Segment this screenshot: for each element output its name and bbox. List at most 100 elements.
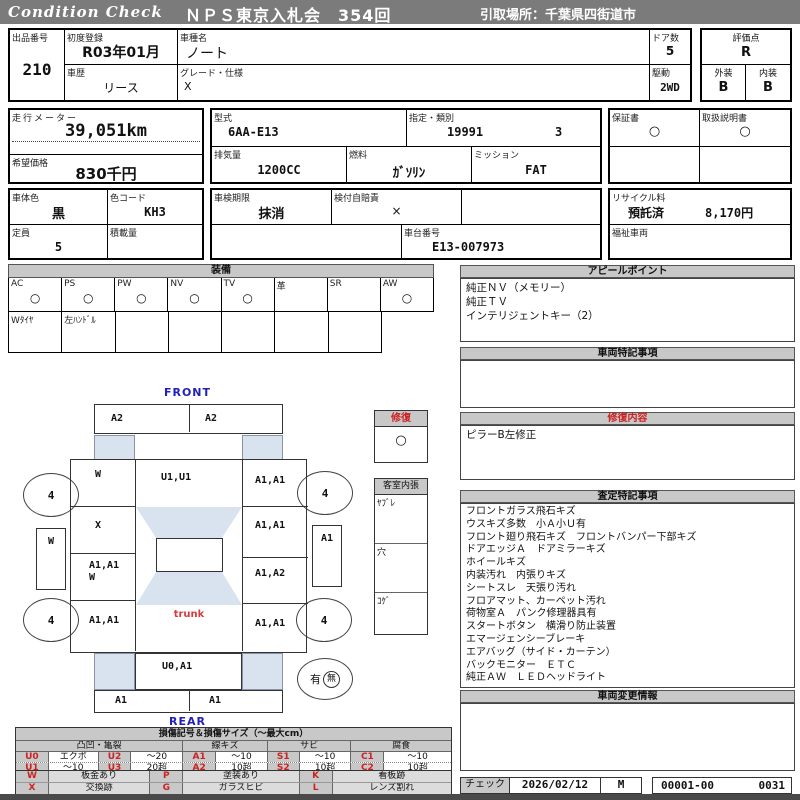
color-code-value: KH3 xyxy=(144,205,166,219)
equipment-title: 装備 xyxy=(8,264,434,278)
presence-yes-label: 有 xyxy=(310,673,321,686)
right-rear-door-code: A1,A2 xyxy=(255,568,286,579)
transmission-cell: ミッション FAT xyxy=(472,147,600,184)
doors-value: 5 xyxy=(665,44,675,58)
assessment-line: フロアマット、カーペット汚れ xyxy=(466,595,606,607)
interior-value: B xyxy=(763,80,773,95)
inspection-value: 抹消 xyxy=(258,207,285,222)
right-front-fender-code: A1,A1 xyxy=(255,475,286,486)
fuel-value: ｶﾞｿﾘﾝ xyxy=(392,166,426,181)
color-box: 車体色 黒 色コード KH3 定員 5 積載量 xyxy=(8,188,204,260)
equipment-extra-5 xyxy=(222,312,276,352)
inspection-box: 車検期限 抹消 検付自賠責 × 車台番号 E13-007973 xyxy=(210,188,602,260)
rear-gate-code: U0,A1 xyxy=(162,661,193,672)
rear-bumper: A1 A1 xyxy=(94,690,283,713)
divider xyxy=(12,141,200,142)
hood-code: U1,U1 xyxy=(161,472,192,483)
repair-detail-body: ピラーB左修正 xyxy=(460,425,795,480)
divider xyxy=(71,600,135,601)
brand-logo: Condition Check xyxy=(8,3,163,21)
color-code-cell: 色コード KH3 xyxy=(108,190,202,225)
left-rear-door-repair-code: W xyxy=(89,572,96,583)
lot-number: 210 xyxy=(22,60,52,79)
appeal-body: 純正ＮＶ（メモリー） 純正ＴＶ インテリジェントキー（2） xyxy=(460,278,795,342)
windshield-shade xyxy=(136,507,242,538)
appeal-title: アピールポイント xyxy=(460,265,795,278)
right-sill: A1 xyxy=(312,525,342,587)
divider xyxy=(242,557,308,558)
recycle-box: リサイクル料 預託済 8,170円 福祉車両 xyxy=(608,188,792,260)
warranty-mark: ○ xyxy=(648,124,661,139)
change-info-body xyxy=(460,703,795,771)
divider xyxy=(10,154,202,155)
interior-cell: 内装 B xyxy=(746,65,790,100)
front-bumper-left-code: A2 xyxy=(111,413,124,424)
legend-group-scratch: 線キズ xyxy=(183,741,268,751)
condition-check-sheet: Condition Check ＮＰＳ東京入札会 354回 引取場所：千葉県四街… xyxy=(0,0,800,800)
empty-cell xyxy=(700,147,790,182)
divider xyxy=(242,460,243,651)
car-body: W X A1,A1 W A1,A1 U1,U1 A1,A1 A1,A1 A1,A… xyxy=(70,459,308,653)
payload-cell: 積載量 xyxy=(110,229,138,239)
empty-cell xyxy=(212,225,402,258)
left-rear-fender-code: A1,A1 xyxy=(89,615,120,626)
left-sill: W xyxy=(36,528,66,590)
special-notes-body xyxy=(460,360,795,408)
manual-mark: ○ xyxy=(739,124,751,139)
left-front-door-code: X xyxy=(95,520,102,531)
assessment-line: フロントガラス飛石キズ xyxy=(466,506,576,517)
chassis-cell: 車台番号 E13-007973 xyxy=(402,225,600,258)
manual-cell: 取扱説明書 ○ xyxy=(700,110,790,147)
assessment-line: ドアエッジＡ ドアミラーキズ xyxy=(466,544,606,556)
cabin-interior-row-hole: 穴 xyxy=(375,544,427,593)
displacement-value: 1200CC xyxy=(257,163,301,177)
left-sill-code: W xyxy=(47,536,55,547)
equipment-extra-4 xyxy=(169,312,223,352)
rear-gate: U0,A1 xyxy=(135,653,242,690)
exterior-cell: 外装 B xyxy=(702,65,746,100)
doors-cell: ドア数 5 xyxy=(650,30,690,65)
equipment-col-tv: TV ○ xyxy=(222,278,275,311)
empty-cell xyxy=(610,147,700,182)
cabin-interior-title: 客室内張 xyxy=(375,479,427,495)
model-code-value: 6AA-E13 xyxy=(228,125,279,139)
model-value: ノート xyxy=(186,46,228,62)
legend-group-dent: 凸凹・亀裂 xyxy=(16,741,184,751)
left-front-fender-code: W xyxy=(95,469,102,480)
legend-table: 損傷記号＆損傷サイズ（～最大cm） 凸凹・亀裂 線キズ サビ 腐食 U0 エクボ… xyxy=(15,727,452,774)
equipment-row: AC ○ PS ○ PW ○ NV ○ TV ○ 革 SR AW ○ xyxy=(8,278,434,312)
divider xyxy=(242,603,308,604)
class-cell: 指定・類別 19991 3 xyxy=(407,110,600,147)
equipment-extra-3 xyxy=(116,312,169,352)
legend-row-3: W 板金あり P 塗装あり K 看板跡 xyxy=(16,771,452,783)
appeal-line: 純正ＮＶ（メモリー） xyxy=(466,282,571,294)
presence-no-selected: 無 xyxy=(323,670,340,688)
equipment-extra-7 xyxy=(329,312,381,352)
assessment-line: バックモニター ＥＴＣ xyxy=(466,659,576,671)
repair-flag-mark: ○ xyxy=(395,433,407,448)
equipment-extra-6 xyxy=(275,312,329,352)
assessment-line: エアバッグ（サイド・カーテン） xyxy=(466,646,616,658)
pickup-place: 引取場所：千葉県四街道市 xyxy=(480,8,637,23)
score-table: 評価点 R 外装 B 内装 B xyxy=(700,28,792,102)
assessment-line: 荷物室Ａ パンク修理器具有 xyxy=(466,608,597,620)
assessment-line: 純正ＡＷ ＬＥＤヘッドライト xyxy=(466,672,606,684)
assessment-title: 査定特記事項 xyxy=(460,490,795,503)
model-code-cell: 型式 6AA-E13 xyxy=(212,110,407,147)
rear-bumper-left-code: A1 xyxy=(115,695,128,706)
drive-cell: 駆動 2WD xyxy=(650,65,690,100)
equipment-col-nv: NV ○ xyxy=(168,278,222,311)
class-no: 19991 xyxy=(447,125,484,139)
model-cell: 車種名 ノート xyxy=(178,30,650,65)
equipment-extra-1: Wﾀｲﾔ xyxy=(9,312,63,352)
body-color-value: 黒 xyxy=(51,207,65,222)
first-reg-value: R03年01月 xyxy=(82,45,160,61)
divider xyxy=(71,553,135,554)
body-color-cell: 車体色 黒 xyxy=(10,190,108,225)
insurance-cell: 検付自賠責 × xyxy=(332,190,462,225)
divider xyxy=(189,691,190,711)
auction-title: ＮＰＳ東京入札会 354回 xyxy=(185,6,392,25)
equipment-col-pw: PW ○ xyxy=(115,278,169,311)
appeal-line: インテリジェントキー（2） xyxy=(466,310,599,322)
recycle-cell: リサイクル料 預託済 8,170円 xyxy=(610,190,790,225)
